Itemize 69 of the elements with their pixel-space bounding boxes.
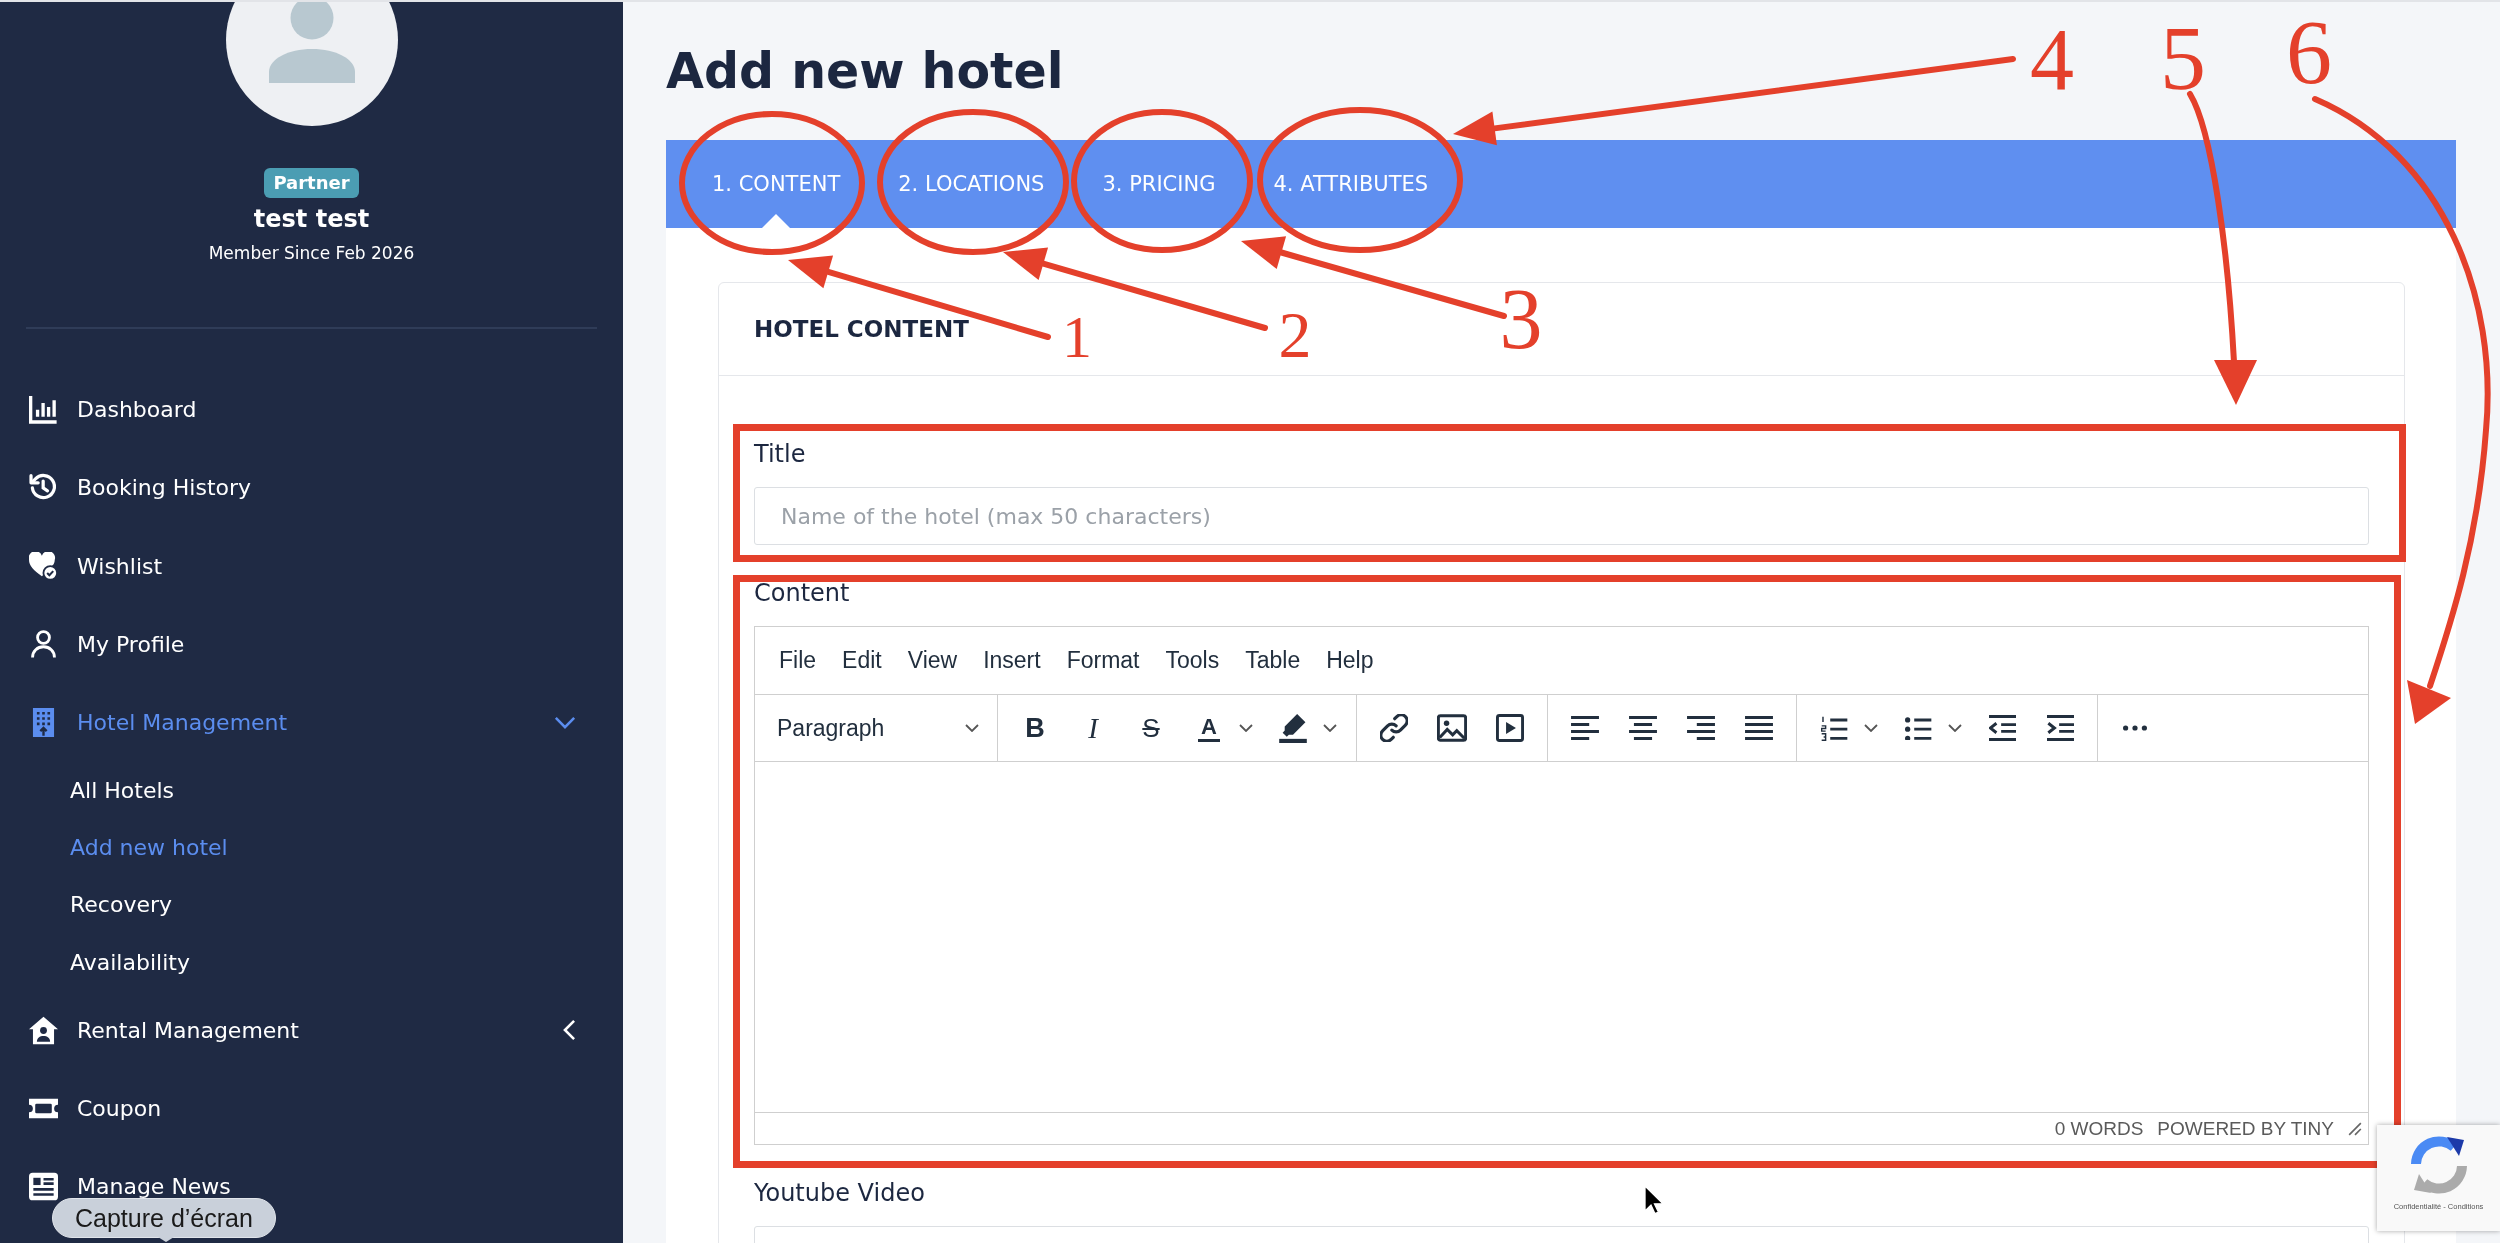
heart-check-icon	[29, 551, 58, 581]
nav-item[interactable]: Hotel Management	[0, 702, 623, 743]
chevron-down-icon	[1948, 724, 1962, 732]
annotation-number: 6	[2286, 1, 2332, 103]
annotation-number: 3	[1499, 271, 1543, 367]
image-icon	[1437, 714, 1467, 742]
powered-by-text: POWERED BY TINY	[2157, 1117, 2334, 1140]
strikethrough-button[interactable]: S	[1126, 704, 1176, 752]
annotation-number: 4	[2030, 11, 2074, 108]
menu-item[interactable]: Table	[1232, 641, 1314, 680]
bulleted-list-icon	[1904, 716, 1932, 740]
card-title: HOTEL CONTENT	[754, 316, 969, 342]
nav-subitem[interactable]: Add new hotel	[70, 830, 228, 865]
align-right-icon	[1687, 716, 1715, 740]
menu-item[interactable]: Help	[1313, 641, 1387, 680]
highlighter-icon	[1279, 713, 1307, 743]
menu-item[interactable]: Tools	[1152, 641, 1233, 680]
word-count: 0 WORDS	[2054, 1117, 2144, 1140]
align-justify-icon	[1745, 716, 1773, 740]
nav-item[interactable]: Coupon	[0, 1088, 623, 1129]
menu-item[interactable]: Edit	[829, 641, 895, 680]
outdent-icon	[1988, 715, 2016, 741]
italic-button[interactable]: I	[1068, 704, 1118, 752]
menu-item[interactable]: Format	[1053, 641, 1153, 680]
nav-item[interactable]: Dashboard	[0, 389, 623, 430]
text-input[interactable]: Name of the hotel (max 50 characters)	[754, 487, 2369, 545]
tooltip-pointer-icon	[158, 1237, 174, 1242]
align-left-icon	[1571, 716, 1599, 740]
menu-item[interactable]: File	[766, 641, 830, 680]
page-title: Add new hotel	[666, 42, 1064, 102]
indent-icon	[2046, 715, 2074, 741]
menu-item[interactable]: Insert	[970, 641, 1054, 680]
field-label: Title	[754, 440, 806, 468]
mouse-pointer-icon	[1644, 1185, 1664, 1215]
chevron-down-icon	[1239, 724, 1253, 732]
nav-item[interactable]: My Profile	[0, 624, 623, 665]
bold-button[interactable]: B	[1010, 704, 1060, 752]
nav-item[interactable]: Wishlist	[0, 546, 623, 587]
play-square-icon	[1496, 714, 1524, 742]
user-outline-icon	[29, 630, 58, 660]
annotation-number: 2	[1278, 298, 1312, 371]
nav-subitem[interactable]: Availability	[70, 945, 190, 980]
menu-item[interactable]: View	[894, 641, 971, 680]
nav-subitem[interactable]: Recovery	[70, 888, 172, 923]
user-name: test test	[253, 204, 370, 234]
numbered-list-icon	[1820, 715, 1848, 741]
annotation-number: 5	[2160, 7, 2206, 109]
chevron-down-icon	[965, 724, 979, 732]
role-badge: Partner	[264, 168, 359, 198]
field-label: Content	[754, 579, 850, 607]
nav-item[interactable]: Booking History	[0, 467, 623, 508]
nav-subitem[interactable]: All Hotels	[70, 773, 174, 808]
chevron-down-icon	[1864, 724, 1878, 732]
annotation-number: 1	[1062, 304, 1092, 370]
more-dots-icon	[2123, 725, 2147, 731]
circular-arrows-icon	[2408, 1135, 2469, 1195]
block-format-select[interactable]: Paragraph	[763, 704, 989, 752]
resize-grip-icon[interactable]	[2348, 1121, 2362, 1136]
chevron-down-icon	[1323, 724, 1337, 732]
nav-item[interactable]: Rental Management	[0, 1010, 623, 1051]
text-color-button[interactable]: A	[1184, 704, 1234, 752]
link-icon	[1380, 714, 1408, 742]
screenshot-tooltip: Capture d’écran	[52, 1198, 276, 1238]
bar-chart-icon	[29, 395, 58, 425]
align-center-icon	[1629, 716, 1657, 740]
member-since-text: Member Since Feb 2026	[208, 242, 415, 265]
newspaper-icon	[29, 1172, 58, 1202]
house-person-icon	[29, 1015, 58, 1045]
field-label: Youtube Video	[754, 1179, 925, 1207]
